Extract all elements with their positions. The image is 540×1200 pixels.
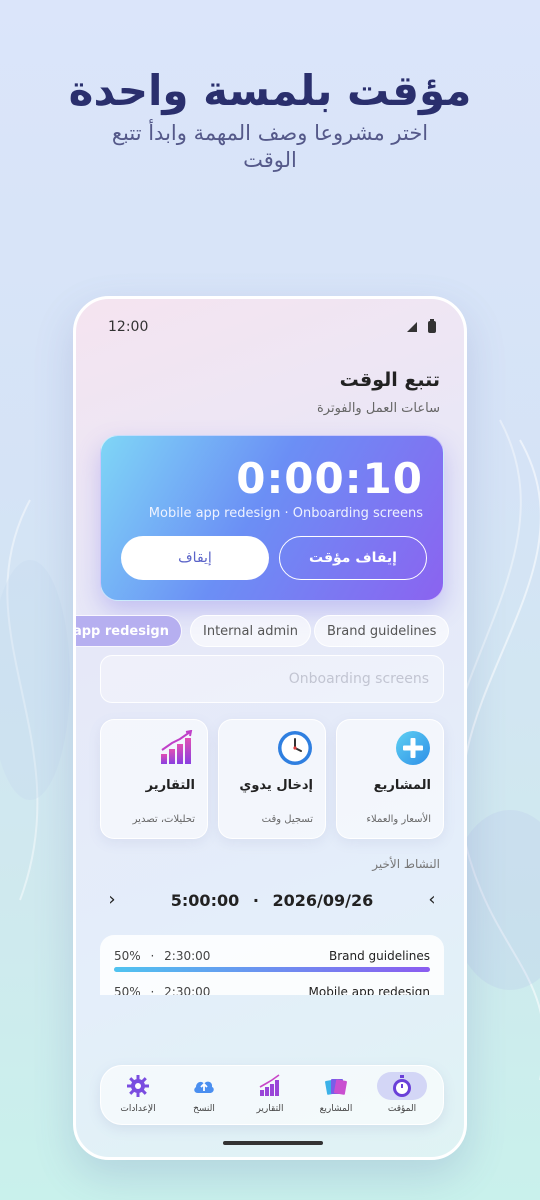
chip-brand-guidelines[interactable]: Brand guidelines <box>314 615 450 647</box>
status-time: 12:00 <box>108 319 149 335</box>
clock-icon <box>278 731 312 765</box>
feature-title: المشاريع <box>373 778 431 793</box>
tab-label: المشاريع <box>319 1104 353 1114</box>
pause-button[interactable]: إيقاف <box>121 536 269 580</box>
timer-value: 0:00:10 <box>236 454 423 503</box>
screen-title: تتبع الوقت <box>339 369 440 391</box>
timer-task: Mobile app redesign · Onboarding screens <box>148 506 423 521</box>
status-icons <box>406 319 436 333</box>
tab-label: المؤقت <box>387 1104 417 1114</box>
timer-card: 0:00:10 Mobile app redesign · Onboarding… <box>100 435 444 601</box>
status-bar: 12:00 <box>108 319 436 339</box>
tab-label: النسخ <box>193 1104 215 1114</box>
bar-chart-icon <box>161 730 193 764</box>
home-indicator[interactable] <box>223 1141 323 1145</box>
activity-list: 50% · 2:30:00 Brand guidelines 50% · 2:3… <box>100 935 444 995</box>
task-input[interactable]: Onboarding screens <box>100 655 444 703</box>
list-item[interactable]: 50% · 2:30:00 Brand guidelines <box>114 949 430 989</box>
hero-subtitle: اختر مشروعا وصف المهمة وابدأ تتبع الوقت <box>111 121 429 172</box>
list-item[interactable]: 50% · 2:30:00 Mobile app redesign <box>114 985 430 995</box>
bottom-tab-bar: المؤقت المشاريع التقارير النسخ الإعدادات <box>100 1065 444 1125</box>
feature-subtitle: تحليلات، تصدير <box>132 814 195 825</box>
row-percent-duration: 50% · 2:30:00 <box>114 985 211 995</box>
feature-card-manual-entry[interactable]: إدخال يدوي تسجيل وقت <box>218 719 326 839</box>
cloud-upload-icon <box>194 1081 214 1093</box>
chip-internal-admin[interactable]: Internal admin <box>190 615 311 647</box>
feature-card-projects[interactable]: المشاريع الأسعار والعملاء <box>336 719 444 839</box>
recent-activity-label: النشاط الأخير <box>372 857 440 871</box>
row-project-name: Mobile app redesign <box>308 985 430 995</box>
feature-card-reports[interactable]: التقارير تحليلات، تصدير <box>100 719 208 839</box>
bar-chart-icon <box>259 1074 280 1096</box>
feature-title: التقارير <box>145 778 195 793</box>
feature-subtitle: تسجيل وقت <box>261 814 313 825</box>
progress-bar <box>114 967 430 972</box>
previous-day-chevron-icon[interactable]: ‹ <box>420 889 444 910</box>
stopwatch-icon <box>393 1075 411 1097</box>
stop-timer-button[interactable]: إيقاف مؤقت <box>279 536 427 580</box>
tab-label: التقارير <box>256 1104 284 1114</box>
tab-projects[interactable]: المشاريع <box>305 1072 367 1120</box>
plus-circle-icon <box>396 731 430 765</box>
row-percent-duration: 50% · 2:30:00 <box>114 949 211 963</box>
date-summary: 5:00:00 · 2026/09/26 <box>100 891 444 910</box>
chip-mobile-app-redesign[interactable]: Mobile app redesign <box>76 615 182 647</box>
project-chips: Brand guidelines Internal admin Mobile a… <box>76 615 464 649</box>
hero-title: مؤقت بلمسة واحدة <box>68 66 472 115</box>
folders-icon <box>325 1079 347 1095</box>
progress-bar-fill <box>114 967 430 972</box>
phone-frame: 12:00 تتبع الوقت ساعات العمل والفوترة 0:… <box>73 296 467 1160</box>
screen-subtitle: ساعات العمل والفوترة <box>316 401 440 416</box>
feature-title: إدخال يدوي <box>239 778 313 793</box>
tab-label: الإعدادات <box>120 1104 156 1114</box>
tab-reports[interactable]: التقارير <box>239 1072 301 1120</box>
date-navigator: › 5:00:00 · 2026/09/26 ‹ <box>100 889 444 913</box>
date-separator: · <box>252 891 259 910</box>
battery-icon <box>428 319 436 333</box>
feature-subtitle: الأسعار والعملاء <box>366 814 431 825</box>
tab-backup[interactable]: النسخ <box>173 1072 235 1120</box>
current-date: 2026/09/26 <box>272 891 374 910</box>
gear-icon <box>127 1075 149 1097</box>
day-total: 5:00:00 <box>170 891 240 910</box>
row-project-name: Brand guidelines <box>328 949 430 963</box>
signal-icon <box>407 322 417 332</box>
tab-timer[interactable]: المؤقت <box>371 1072 433 1120</box>
tab-settings[interactable]: الإعدادات <box>107 1072 169 1120</box>
